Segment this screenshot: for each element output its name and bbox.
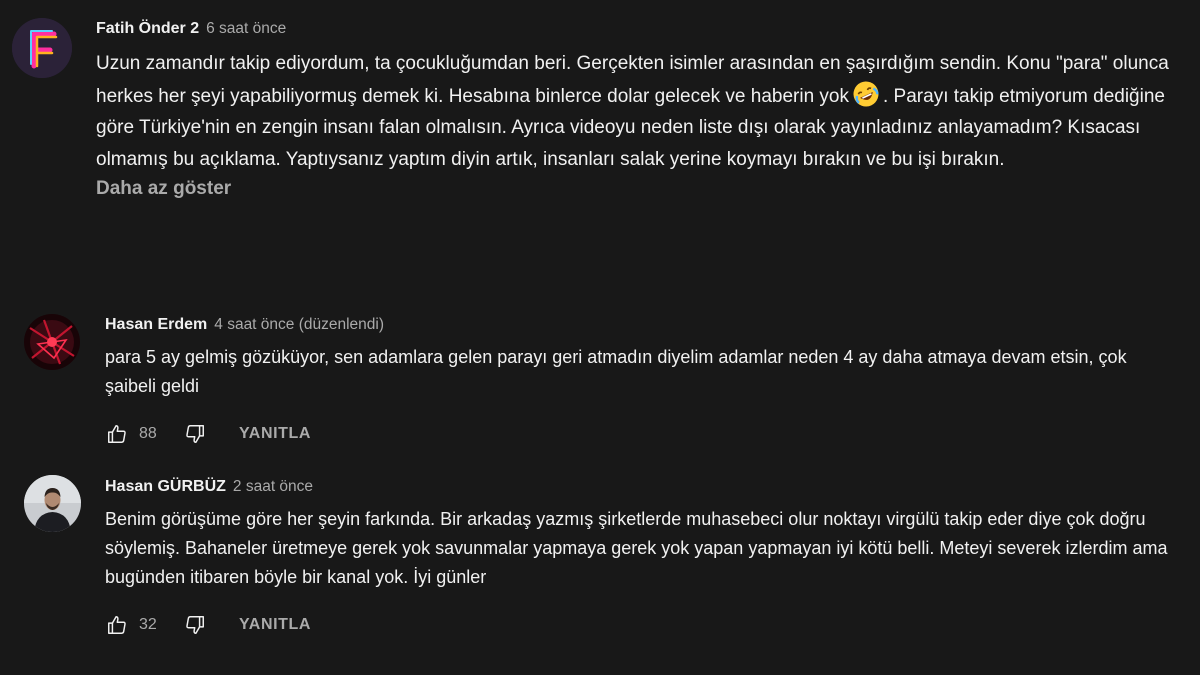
comment-header: Hasan GÜRBÜZ 2 saat önce — [105, 478, 1180, 496]
comment-actions: 88 YANITLA — [105, 422, 1180, 446]
red-abstract-avatar-icon — [24, 314, 80, 370]
author-name[interactable]: Fatih Önder 2 — [96, 20, 199, 38]
user-photo-avatar-icon — [24, 475, 81, 532]
thumbs-down-icon[interactable] — [183, 613, 207, 637]
comment-thread: Hasan GÜRBÜZ 2 saat önce Benim görüşüme … — [0, 462, 1200, 652]
f-logo-icon — [12, 18, 72, 78]
rolling-on-floor-laughing-emoji-icon — [852, 80, 880, 108]
comment-timestamp[interactable]: 6 saat önce — [206, 20, 286, 38]
thumbs-up-icon[interactable] — [105, 613, 129, 637]
avatar[interactable] — [24, 314, 80, 370]
comment-timestamp[interactable]: 4 saat önce (düzenlendi) — [214, 316, 384, 334]
reply-button[interactable]: YANITLA — [239, 425, 311, 443]
comment-actions: 32 YANITLA — [105, 613, 1180, 637]
avatar[interactable] — [24, 475, 81, 532]
reply-button[interactable]: YANITLA — [239, 616, 311, 634]
comment-body: Hasan Erdem 4 saat önce (düzenlendi) par… — [105, 316, 1180, 446]
comment-body: Fatih Önder 2 6 saat önce Uzun zamandır … — [96, 20, 1180, 200]
thumbs-down-icon[interactable] — [183, 422, 207, 446]
comment-header: Fatih Önder 2 6 saat önce — [96, 20, 1180, 38]
comment-text: Benim görüşüme göre her şeyin farkında. … — [105, 509, 1168, 587]
show-less-button[interactable]: Daha az göster — [96, 178, 1180, 200]
avatar[interactable] — [12, 18, 72, 78]
comment-text: Uzun zamandır takip ediyordum, ta çocukl… — [96, 48, 1180, 175]
comment-thread: Fatih Önder 2 6 saat önce Uzun zamandır … — [0, 0, 1200, 270]
comment-header: Hasan Erdem 4 saat önce (düzenlendi) — [105, 316, 1180, 334]
author-name[interactable]: Hasan GÜRBÜZ — [105, 478, 226, 496]
like-count: 88 — [139, 425, 157, 442]
thumbs-up-icon[interactable] — [105, 422, 129, 446]
comment-body: Hasan GÜRBÜZ 2 saat önce Benim görüşüme … — [105, 478, 1180, 637]
comment-thread: Hasan Erdem 4 saat önce (düzenlendi) par… — [0, 300, 1200, 460]
comment-text: para 5 ay gelmiş gözüküyor, sen adamlara… — [105, 347, 1127, 396]
like-count: 32 — [139, 616, 157, 633]
author-name[interactable]: Hasan Erdem — [105, 316, 207, 334]
comment-timestamp[interactable]: 2 saat önce — [233, 478, 313, 496]
